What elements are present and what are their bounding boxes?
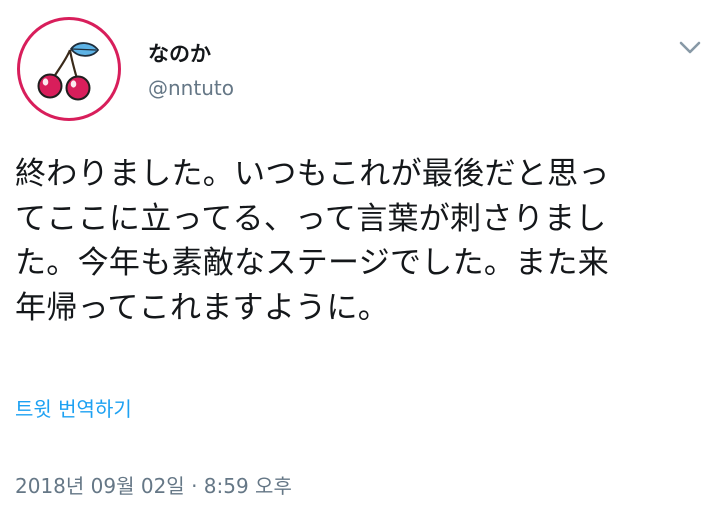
user-handle[interactable]: @nntuto xyxy=(148,76,234,100)
tweet-timestamp[interactable]: 2018년 09월 02일 · 8:59 오후 xyxy=(15,470,292,499)
tweet-card: なのか @nntuto 終わりました。いつもこれが最後だと思っ てここに立ってる… xyxy=(0,0,720,510)
display-name[interactable]: なのか xyxy=(148,38,211,68)
avatar[interactable] xyxy=(17,17,121,121)
tweet-text-line: 年帰ってこれますように。 xyxy=(15,289,390,326)
tweet-text: 終わりました。いつもこれが最後だと思っ てここに立ってる、って言葉が刺さりまし … xyxy=(15,152,705,330)
tweet-text-line: てここに立ってる、って言葉が刺さりまし xyxy=(15,200,607,237)
tweet-text-line: た。今年も素敵なステージでした。また来 xyxy=(15,245,610,281)
translate-tweet-link[interactable]: 트윗 번역하기 xyxy=(15,393,132,422)
chevron-down-icon xyxy=(679,41,701,54)
tweet-text-line: 終わりました。いつもこれが最後だと思っ xyxy=(15,156,610,192)
cherry-icon xyxy=(37,42,100,101)
more-menu-button[interactable] xyxy=(676,36,704,58)
